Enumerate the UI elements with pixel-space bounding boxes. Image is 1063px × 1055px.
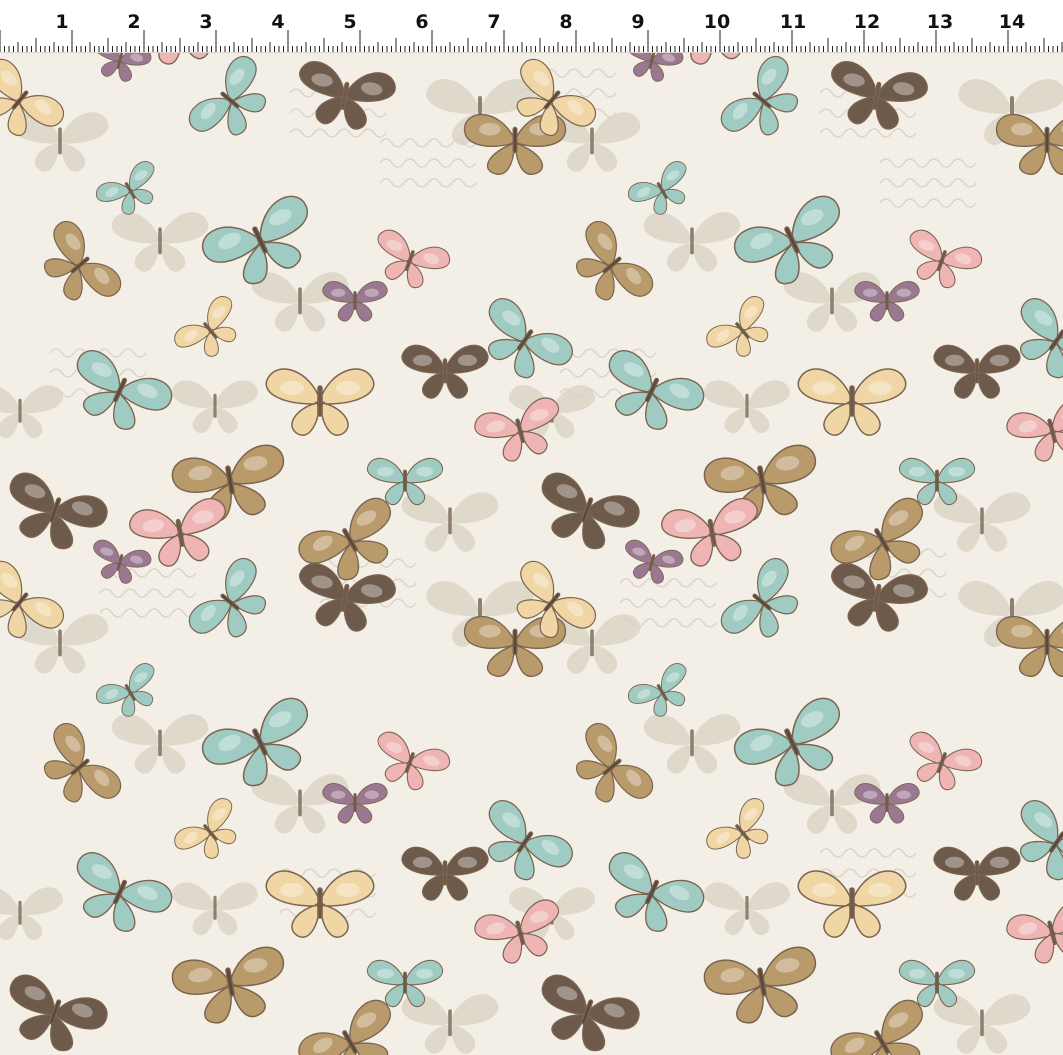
wing-spot	[336, 883, 360, 897]
ruler-label-5: 5	[343, 11, 356, 33]
wing-spot	[416, 466, 433, 477]
wing-spot	[868, 883, 892, 897]
wing-spot	[377, 968, 394, 979]
wing-spot	[896, 288, 911, 297]
wing-spot	[331, 790, 346, 799]
wing-spot	[280, 381, 304, 395]
wing-spot	[457, 354, 477, 366]
wing-spot	[1011, 624, 1033, 638]
ruler-label-12: 12	[854, 11, 880, 33]
wing-spot	[479, 122, 501, 136]
wing-spot	[948, 466, 965, 477]
wing-spot	[364, 790, 379, 799]
wing-spot	[868, 381, 892, 395]
wing-spot	[948, 968, 965, 979]
wing-spot	[416, 968, 433, 979]
wing-spot	[812, 381, 836, 395]
ruler: 1 2 3 4 5 6 7 8 9 10 11 12 13 14	[0, 0, 1063, 53]
wing-spot	[457, 856, 477, 868]
ruler-label-4: 4	[271, 11, 284, 33]
ruler-label-11: 11	[780, 11, 806, 33]
wing-spot	[377, 466, 394, 477]
ruler-label-14: 14	[999, 11, 1025, 33]
wing-spot	[479, 624, 501, 638]
wing-spot	[896, 790, 911, 799]
butterfly-pattern	[0, 53, 1063, 1055]
wing-spot	[413, 354, 433, 366]
ruler-label-9: 9	[631, 11, 644, 33]
ruler-label-13: 13	[927, 11, 953, 33]
ruler-label-1: 1	[55, 11, 68, 33]
wing-spot	[989, 856, 1009, 868]
wing-spot	[945, 856, 965, 868]
ruler-label-2: 2	[127, 11, 140, 33]
fabric-swatch-image: 1 2 3 4 5 6 7 8 9 10 11 12 13 14	[0, 0, 1063, 1055]
ruler-label-6: 6	[415, 11, 428, 33]
ruler-label-8: 8	[559, 11, 572, 33]
wing-spot	[331, 288, 346, 297]
wing-spot	[413, 856, 433, 868]
wing-spot	[863, 288, 878, 297]
wing-spot	[812, 883, 836, 897]
wing-spot	[909, 968, 926, 979]
wing-spot	[1011, 122, 1033, 136]
wing-spot	[863, 790, 878, 799]
wing-spot	[280, 883, 304, 897]
wing-spot	[909, 466, 926, 477]
ruler-label-3: 3	[199, 11, 212, 33]
ruler-label-10: 10	[704, 11, 730, 33]
wing-spot	[364, 288, 379, 297]
ruler-label-7: 7	[487, 11, 500, 33]
wing-spot	[945, 354, 965, 366]
wing-spot	[336, 381, 360, 395]
wing-spot	[989, 354, 1009, 366]
